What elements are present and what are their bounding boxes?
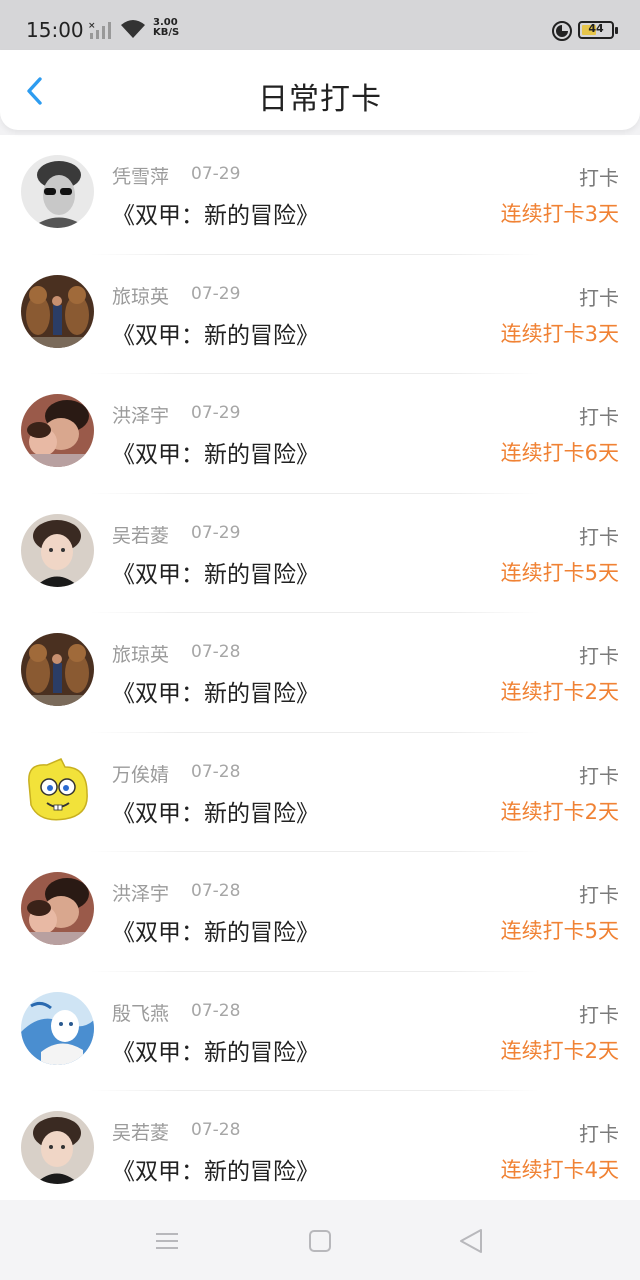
list-item[interactable]: 洪泽宇 07-28 《双甲：新的冒险》 打卡连续打卡5天	[0, 852, 640, 972]
app-header: 日常打卡	[0, 50, 640, 130]
status-bar: 15:00 × 3.00 KB/S 44	[0, 0, 640, 50]
streak-label: 连续打卡6天	[500, 441, 619, 465]
checkin-date: 07-28	[191, 642, 241, 662]
system-nav-bar	[0, 1200, 640, 1280]
streak-label: 连续打卡4天	[500, 1158, 619, 1182]
checkin-date: 07-29	[191, 164, 241, 184]
user-name: 洪泽宇	[112, 883, 170, 905]
book-title[interactable]: 《双甲：新的冒险》	[112, 1033, 319, 1067]
list-item[interactable]: 洪泽宇 07-29 《双甲：新的冒险》 打卡连续打卡6天	[0, 374, 640, 494]
checkin-button[interactable]: 打卡	[579, 999, 619, 1028]
checkin-button[interactable]: 打卡	[579, 760, 619, 789]
avatar[interactable]	[21, 513, 94, 587]
avatar-image	[21, 991, 94, 1065]
book-title[interactable]: 《双甲：新的冒险》	[112, 435, 319, 469]
streak-label: 连续打卡5天	[500, 560, 619, 585]
avatar-image	[21, 752, 94, 826]
list-item[interactable]: 殷飞燕 07-28 《双甲：新的冒险》 打卡连续打卡2天	[0, 972, 640, 1091]
streak-label: 连续打卡2天	[500, 680, 619, 704]
avatar-image	[21, 155, 94, 228]
user-name: 吴若菱	[112, 1122, 170, 1144]
list-item[interactable]: 旅琼英 07-28 《双甲：新的冒险》 打卡连续打卡2天	[0, 613, 640, 733]
avatar-image	[21, 274, 94, 348]
wifi-icon	[120, 18, 146, 44]
list-item[interactable]: 凭雪萍 07-29 《双甲：新的冒险》 打卡连续打卡3天	[0, 135, 640, 255]
checkin-button[interactable]: 打卡	[579, 401, 619, 430]
streak-label: 连续打卡3天	[500, 321, 619, 346]
user-name: 吴若菱	[112, 524, 170, 547]
menu-icon	[156, 1233, 178, 1249]
avatar-image	[21, 872, 94, 945]
avatar-image	[21, 513, 94, 587]
streak-label: 连续打卡2天	[500, 1038, 619, 1063]
checkin-list[interactable]: 凭雪萍 07-29 《双甲：新的冒险》 打卡 连续打卡3天 旅琼英 07-29 《双甲：新的冒…	[0, 135, 640, 1200]
home-button[interactable]	[305, 1226, 335, 1256]
checkin-date: 07-29	[191, 403, 241, 423]
checkin-date: 07-28	[191, 881, 241, 901]
home-square-icon	[309, 1230, 331, 1252]
list-item[interactable]: 万俟婧 07-28 《双甲：新的冒险》 打卡连续打卡2天	[0, 733, 640, 852]
avatar[interactable]	[21, 752, 94, 826]
network-speed: 3.00 KB/S	[153, 17, 180, 38]
data-saver-icon	[551, 20, 573, 46]
battery-level: 44	[588, 22, 604, 35]
book-title[interactable]: 《双甲：新的冒险》	[112, 196, 319, 230]
checkin-button[interactable]: 打卡	[579, 640, 619, 669]
avatar[interactable]	[21, 274, 94, 348]
avatar[interactable]	[21, 633, 94, 706]
checkin-date: 07-28	[191, 1120, 241, 1140]
svg-text:×: ×	[88, 21, 96, 31]
book-title[interactable]: 《双甲：新的冒险》	[112, 913, 319, 947]
avatar-image	[21, 1111, 94, 1184]
back-triangle-icon	[460, 1229, 482, 1253]
avatar[interactable]	[21, 1111, 94, 1184]
checkin-button[interactable]: 打卡	[579, 521, 619, 550]
book-title[interactable]: 《双甲：新的冒险》	[112, 794, 319, 828]
streak-label: 连续打卡3天	[500, 202, 619, 226]
checkin-date: 07-28	[191, 761, 241, 782]
avatar[interactable]	[21, 991, 94, 1065]
avatar[interactable]	[21, 155, 94, 228]
checkin-button[interactable]: 打卡	[579, 162, 619, 191]
streak-label: 连续打卡5天	[500, 919, 619, 943]
avatar[interactable]	[21, 394, 94, 467]
user-name: 万俟婧	[112, 763, 170, 786]
battery-icon: 44	[578, 21, 618, 39]
list-item[interactable]: 吴若菱 07-28 《双甲：新的冒险》 打卡连续打卡4天	[0, 1091, 640, 1200]
avatar-image	[21, 633, 94, 706]
book-title[interactable]: 《双甲：新的冒险》	[112, 316, 319, 350]
streak-label: 连续打卡2天	[500, 799, 619, 824]
checkin-button[interactable]: 打卡	[579, 879, 619, 908]
checkin-date: 07-29	[191, 283, 241, 304]
avatar[interactable]	[21, 872, 94, 945]
status-time: 15:00	[26, 18, 84, 42]
user-name: 旅琼英	[112, 285, 170, 308]
user-name: 凭雪萍	[112, 166, 170, 188]
book-title[interactable]: 《双甲：新的冒险》	[112, 555, 319, 589]
book-title[interactable]: 《双甲：新的冒险》	[112, 674, 319, 708]
checkin-button[interactable]: 打卡	[579, 1118, 619, 1147]
list-item[interactable]: 旅琼英 07-29 《双甲：新的冒险》 打卡连续打卡3天	[0, 255, 640, 374]
checkin-date: 07-28	[191, 1000, 241, 1021]
book-title[interactable]: 《双甲：新的冒险》	[112, 1152, 319, 1186]
user-name: 旅琼英	[112, 644, 170, 666]
user-name: 殷飞燕	[112, 1002, 170, 1025]
list-item[interactable]: 吴若菱 07-29 《双甲：新的冒险》 打卡连续打卡5天	[0, 494, 640, 613]
back-nav-button[interactable]	[457, 1226, 487, 1256]
checkin-date: 07-29	[191, 522, 241, 543]
menu-button[interactable]	[152, 1226, 182, 1256]
signal-icon: ×	[88, 20, 116, 44]
user-name: 洪泽宇	[112, 405, 170, 427]
avatar-image	[21, 394, 94, 467]
checkin-button[interactable]: 打卡	[579, 282, 619, 311]
page-title: 日常打卡	[258, 82, 382, 117]
